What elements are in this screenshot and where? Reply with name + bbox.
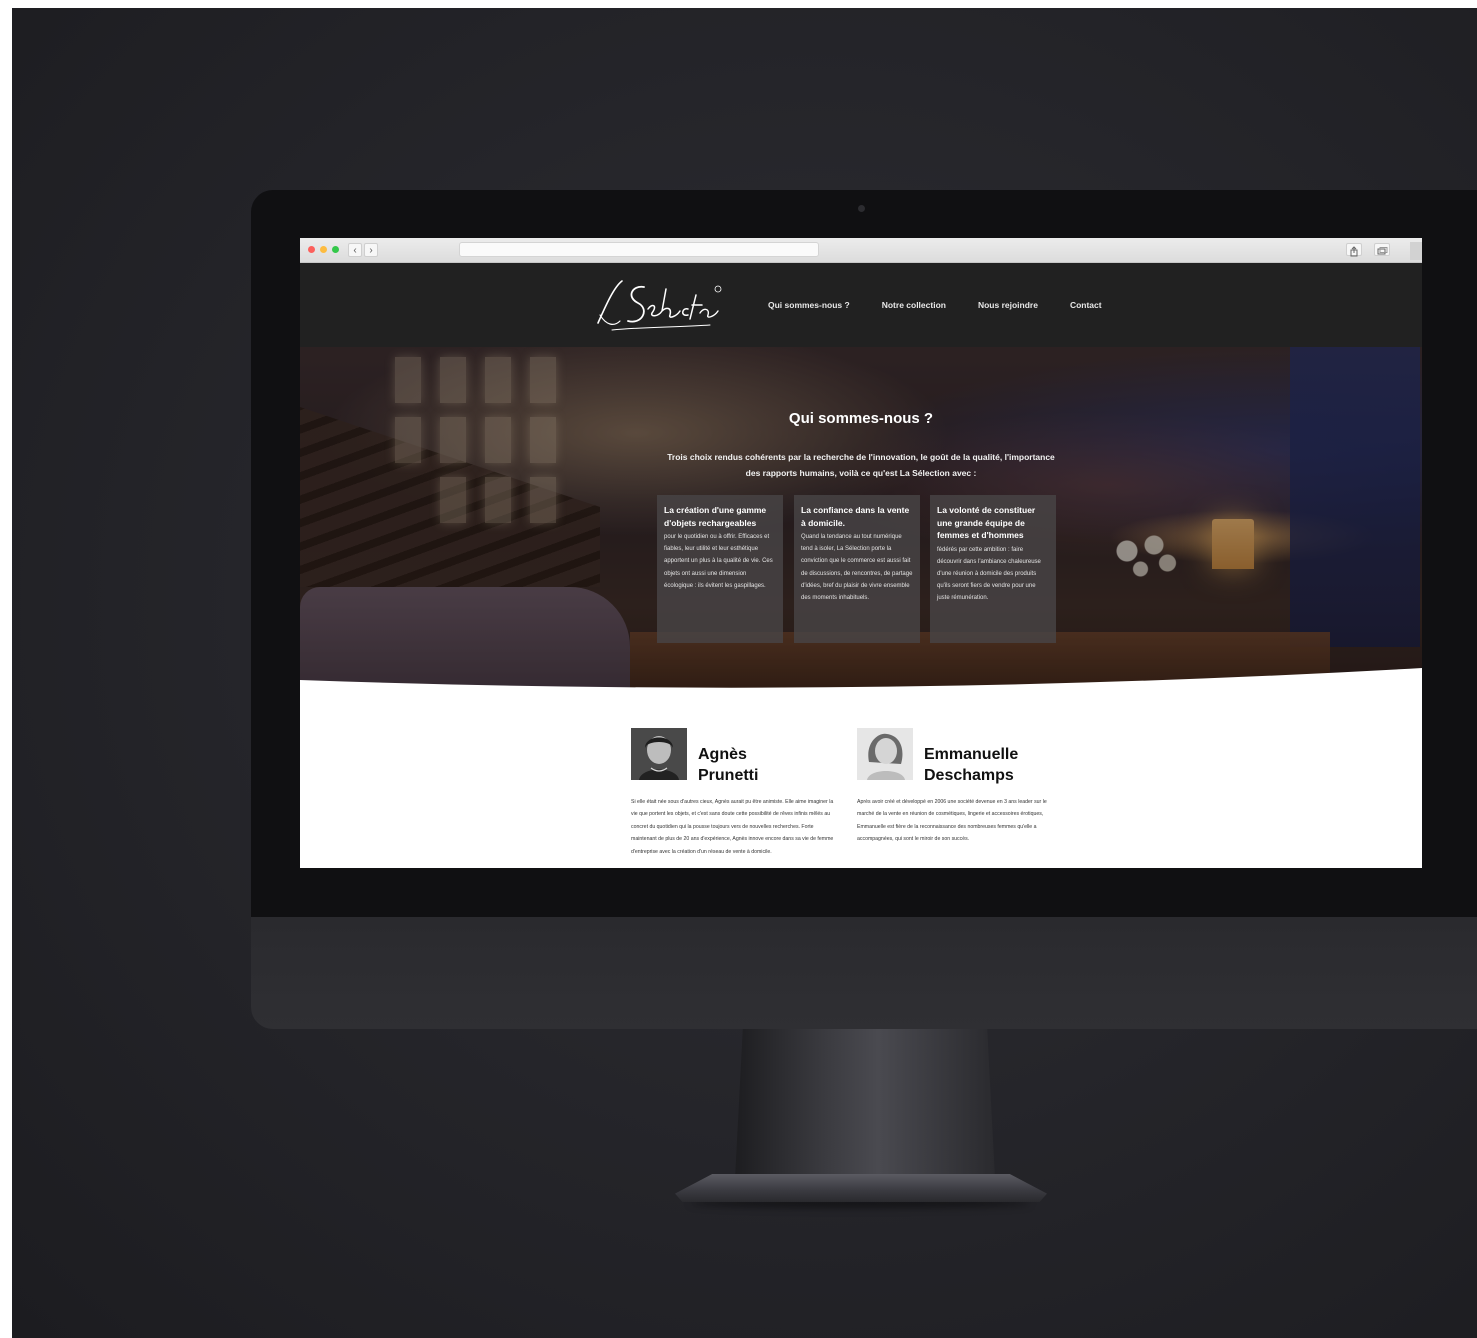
hero-section: Qui sommes-nous ? Trois choix rendus coh… (300, 347, 1422, 692)
hero-curve-divider (300, 668, 1422, 698)
profile-last-name: Prunetti (698, 767, 759, 784)
value-card-2: La confiance dans la vente à domicile. Q… (794, 495, 920, 643)
tabs-button[interactable] (1374, 243, 1390, 256)
monitor-stand-base (675, 1174, 1047, 1202)
screen: ‹ › Qui sommes-nous ? Notre collection N… (300, 238, 1422, 868)
site-header: Qui sommes-nous ? Notre collection Nous … (300, 263, 1422, 347)
value-card-1: La création d'une gamme d'objets recharg… (657, 495, 783, 643)
share-button[interactable] (1346, 243, 1362, 257)
value-card-title: La volonté de constituer une grande équi… (937, 505, 1036, 540)
nav-link-contact[interactable]: Contact (1070, 300, 1102, 310)
nav-link-notre-collection[interactable]: Notre collection (882, 300, 946, 310)
profile-name: Agnès Prunetti (698, 744, 848, 786)
forward-button[interactable]: › (364, 243, 378, 257)
profile-name: Emmanuelle Deschamps (924, 744, 1074, 786)
founders-section: Agnès Prunetti Si elle était née sous d'… (300, 708, 1422, 868)
camera-icon (858, 205, 865, 212)
main-nav: Qui sommes-nous ? Notre collection Nous … (768, 300, 1134, 310)
avatar (857, 728, 913, 780)
profile-last-name: Deschamps (924, 767, 1014, 784)
value-card-text: fédérés par cette ambition : faire décou… (937, 546, 1041, 602)
nav-link-qui-sommes-nous[interactable]: Qui sommes-nous ? (768, 300, 850, 310)
hero-intro: Trois choix rendus cohérents par la rech… (667, 452, 1055, 478)
minimize-window-button[interactable] (320, 246, 327, 253)
hero-title: Qui sommes-nous ? (788, 410, 934, 427)
profile-bio: Si elle était née sous d'autres cieux, A… (631, 799, 834, 855)
value-card-text: Quand la tendance au tout numérique tend… (801, 534, 913, 602)
browser-toolbar: ‹ › (300, 238, 1422, 263)
share-icon (1350, 246, 1358, 257)
nav-link-nous-rejoindre[interactable]: Nous rejoindre (978, 300, 1038, 310)
monitor-chin (251, 917, 1477, 1029)
monitor-stand (735, 1029, 995, 1179)
scrollbar[interactable] (1410, 242, 1422, 260)
avatar (631, 728, 687, 780)
close-window-button[interactable] (308, 246, 315, 253)
chevron-right-icon: › (369, 245, 373, 256)
value-card-text: pour le quotidien ou à offrir. Efficaces… (664, 534, 773, 589)
la-selection-logo[interactable] (592, 275, 722, 337)
zoom-window-button[interactable] (332, 246, 339, 253)
back-button[interactable]: ‹ (348, 243, 362, 257)
chevron-left-icon: ‹ (353, 245, 357, 256)
profile-bio: Après avoir créé et développé en 2006 un… (857, 799, 1047, 843)
value-card-title: La création d'une gamme d'objets recharg… (664, 505, 767, 528)
address-bar[interactable] (459, 242, 819, 257)
value-card-title: La confiance dans la vente à domicile. (801, 505, 910, 528)
tabs-icon (1377, 247, 1388, 255)
value-card-3: La volonté de constituer une grande équi… (930, 495, 1056, 643)
profile-first-name: Agnès (698, 746, 747, 763)
profile-first-name: Emmanuelle (924, 746, 1019, 763)
